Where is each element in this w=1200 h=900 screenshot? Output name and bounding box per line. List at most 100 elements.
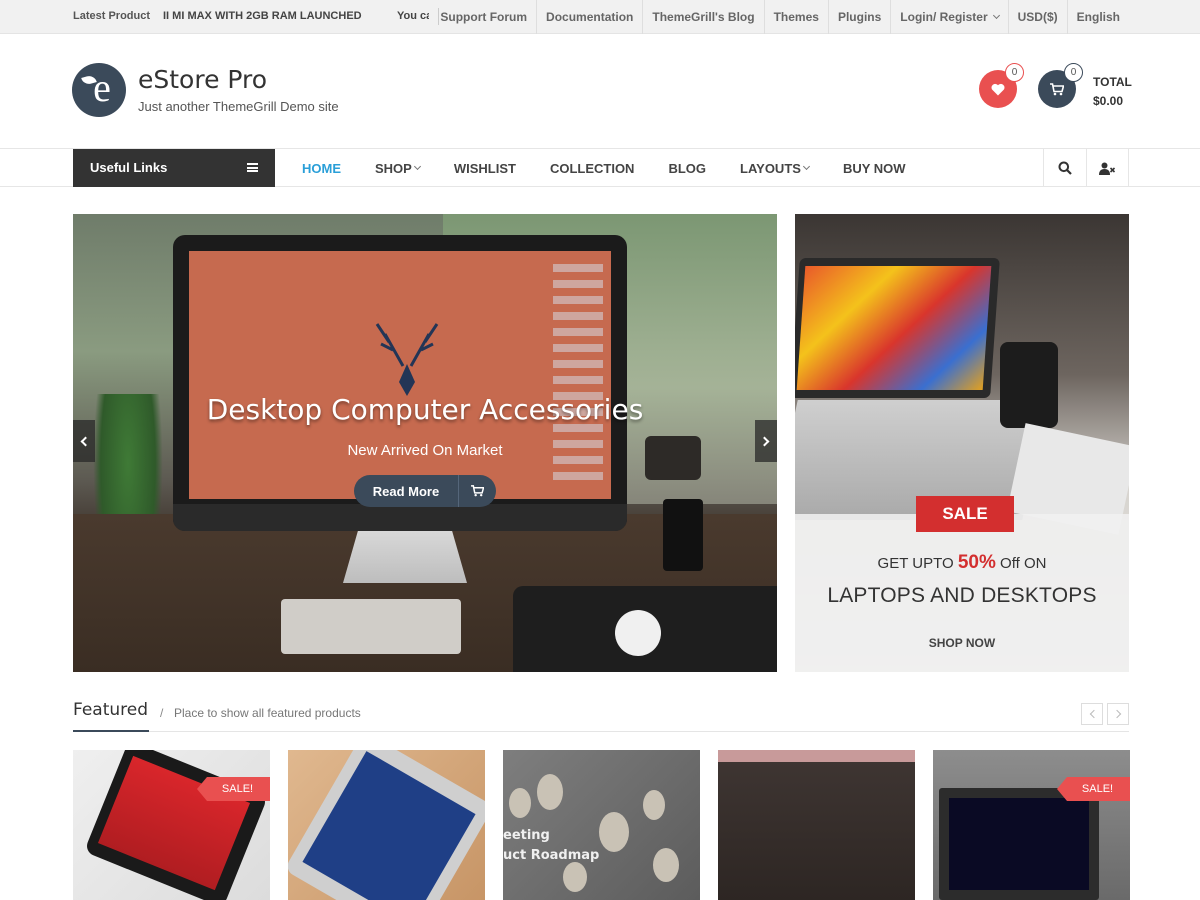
menu-item-label: SHOP bbox=[375, 160, 412, 176]
product-card[interactable]: SALE! bbox=[933, 750, 1130, 900]
hamburger-icon bbox=[247, 163, 258, 172]
featured-prev-button[interactable] bbox=[1081, 703, 1103, 725]
shop-now-link[interactable]: SHOP NOW bbox=[795, 636, 1129, 650]
site-title[interactable]: eStore Pro bbox=[138, 65, 267, 94]
nav-tools bbox=[1043, 149, 1129, 187]
promo-offer-line: GET UPTO 50% Off ON bbox=[795, 552, 1129, 574]
site-tagline: Just another ThemeGrill Demo site bbox=[138, 99, 339, 114]
menu-item-layouts[interactable]: LAYOUTS bbox=[723, 149, 826, 187]
menu-item-shop[interactable]: SHOP bbox=[358, 149, 437, 187]
featured-subtitle: Place to show all featured products bbox=[174, 706, 361, 720]
hero-slider: Desktop Computer Accessories New Arrived… bbox=[73, 214, 777, 672]
slide-photo-stand bbox=[343, 531, 467, 583]
sale-ribbon: SALE! bbox=[197, 777, 270, 801]
ticker-item[interactable]: II MI MAX WITH 2GB RAM LAUNCHED bbox=[163, 10, 397, 22]
user-x-icon bbox=[1099, 162, 1116, 175]
promo-photo-screen bbox=[796, 266, 992, 390]
slider-next-button[interactable] bbox=[755, 420, 777, 462]
product-ticker[interactable]: II MI MAX WITH 2GB RAM LAUNCHED You ca bbox=[163, 10, 429, 22]
featured-title: Featured bbox=[73, 700, 149, 720]
hero-subtitle: New Arrived On Market bbox=[347, 442, 503, 459]
site-logo[interactable]: e bbox=[72, 63, 126, 117]
search-button[interactable] bbox=[1043, 149, 1086, 187]
product-image bbox=[288, 750, 485, 900]
slide-photo-phone bbox=[663, 499, 703, 571]
themes-link[interactable]: Themes bbox=[763, 0, 828, 34]
primary-menu: HOME SHOP WISHLIST COLLECTION BLOG LAYOU… bbox=[285, 149, 923, 187]
stone-photo bbox=[563, 862, 587, 892]
product-image bbox=[933, 750, 1130, 900]
cart-total-label: TOTAL bbox=[1093, 75, 1132, 89]
slide-photo-keyboard bbox=[281, 599, 461, 654]
featured-divider bbox=[73, 731, 1129, 732]
search-icon bbox=[1058, 161, 1072, 175]
currency-selector[interactable]: USD($) bbox=[1007, 0, 1067, 34]
cart-total-value: $0.00 bbox=[1093, 94, 1124, 108]
latest-product-label: Latest Product bbox=[73, 10, 151, 22]
product-card[interactable]: SALE! bbox=[73, 750, 270, 900]
plugins-link[interactable]: Plugins bbox=[827, 0, 890, 34]
stone-photo bbox=[599, 812, 629, 852]
blog-link[interactable]: ThemeGrill's Blog bbox=[642, 0, 763, 34]
menu-item-buy-now[interactable]: BUY NOW bbox=[826, 149, 923, 187]
documentation-link[interactable]: Documentation bbox=[536, 0, 642, 34]
user-account-button[interactable] bbox=[1086, 149, 1129, 187]
promo-photo-lens bbox=[1000, 342, 1058, 428]
menu-item-blog[interactable]: BLOG bbox=[651, 149, 723, 187]
stone-photo bbox=[537, 774, 563, 810]
heart-icon bbox=[991, 83, 1005, 95]
read-more-label: Read More bbox=[372, 483, 440, 499]
slider-prev-button[interactable] bbox=[73, 420, 95, 462]
tv-photo-screen bbox=[949, 798, 1089, 890]
promo-prefix: GET UPTO bbox=[877, 555, 954, 572]
product-image bbox=[73, 750, 270, 900]
featured-title-underline bbox=[73, 730, 149, 732]
product-image bbox=[718, 750, 915, 900]
product-image-text-line: uct Roadmap bbox=[503, 848, 600, 863]
login-register-label: Login/ Register bbox=[900, 10, 988, 24]
product-card[interactable] bbox=[718, 750, 915, 900]
chevron-left-icon bbox=[1089, 709, 1098, 719]
chevron-down-icon bbox=[802, 162, 810, 171]
hero-title: Desktop Computer Accessories bbox=[206, 393, 644, 426]
menu-item-home[interactable]: HOME bbox=[285, 149, 358, 187]
chevron-left-icon bbox=[80, 436, 91, 446]
menu-item-label: LAYOUTS bbox=[740, 160, 801, 176]
product-card[interactable]: eeting uct Roadmap bbox=[503, 750, 700, 900]
cart-count-badge: 0 bbox=[1064, 63, 1083, 82]
language-selector[interactable]: English bbox=[1066, 0, 1129, 34]
stone-photo bbox=[653, 848, 679, 882]
cart-icon bbox=[1050, 82, 1064, 95]
useful-links-toggle[interactable]: Useful Links bbox=[73, 149, 275, 187]
ticker-item[interactable]: You ca bbox=[397, 10, 429, 22]
slide-photo-monitor-chin bbox=[173, 504, 627, 531]
support-forum-link[interactable]: Support Forum bbox=[431, 0, 536, 34]
featured-next-button[interactable] bbox=[1107, 703, 1129, 725]
stone-photo bbox=[643, 790, 665, 820]
cart-icon bbox=[458, 475, 496, 507]
login-register-dropdown[interactable]: Login/ Register bbox=[890, 0, 1007, 34]
menu-item-collection[interactable]: COLLECTION bbox=[533, 149, 652, 187]
product-image-text-line: eeting bbox=[503, 828, 550, 843]
promo-banner[interactable]: SALE GET UPTO 50% Off ON LAPTOPS AND DES… bbox=[795, 214, 1129, 672]
chevron-down-icon bbox=[413, 162, 421, 171]
read-more-button[interactable]: Read More bbox=[354, 475, 496, 507]
top-bar: Latest Product II MI MAX WITH 2GB RAM LA… bbox=[0, 0, 1200, 34]
sale-badge: SALE bbox=[916, 496, 1014, 532]
product-image-text: eeting uct Roadmap bbox=[503, 826, 599, 866]
sale-ribbon: SALE! bbox=[1057, 777, 1130, 801]
chevron-right-icon bbox=[1112, 709, 1121, 719]
top-nav: Support Forum Documentation ThemeGrill's… bbox=[431, 0, 1129, 34]
logo-letter: e bbox=[93, 64, 111, 110]
product-card[interactable] bbox=[288, 750, 485, 900]
chevron-down-icon bbox=[992, 11, 1000, 20]
wishlist-count-badge: 0 bbox=[1005, 63, 1024, 82]
menu-item-wishlist[interactable]: WISHLIST bbox=[437, 149, 533, 187]
chevron-right-icon bbox=[759, 436, 770, 446]
stone-photo bbox=[509, 788, 531, 818]
featured-separator: / bbox=[160, 706, 164, 720]
product-image: eeting uct Roadmap bbox=[503, 750, 700, 900]
promo-headline: LAPTOPS AND DESKTOPS bbox=[827, 584, 1097, 607]
main-navigation: Useful Links HOME SHOP WISHLIST COLLECTI… bbox=[0, 148, 1200, 187]
promo-percent: 50% bbox=[957, 552, 996, 573]
